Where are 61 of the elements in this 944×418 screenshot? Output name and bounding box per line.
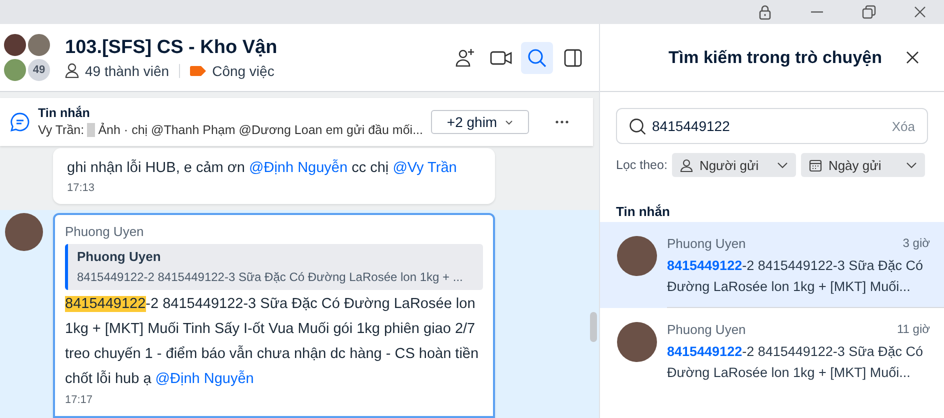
search-button[interactable]	[521, 42, 553, 74]
panel-title: Tìm kiếm trong trò chuyện	[668, 48, 882, 68]
member-count[interactable]: 49 thành viên	[85, 62, 170, 80]
message-time: 17:13	[67, 181, 96, 196]
minimize-icon[interactable]	[810, 11, 824, 13]
member-count-badge: 49	[27, 58, 51, 82]
chevron-down-icon	[777, 162, 788, 168]
sidebar-icon	[564, 48, 582, 66]
section-heading: Tin nhắn	[616, 204, 671, 219]
search-icon	[629, 118, 646, 134]
tag-label[interactable]: Công việc	[212, 62, 274, 80]
caret-icon	[505, 120, 514, 124]
calendar-icon	[809, 158, 822, 172]
result-snippet: 8415449122-2 8415449122-3 Sữa Đặc Có Đường LaRosée lon 1kg + [MKT] Muối...	[667, 343, 924, 382]
lock-icon[interactable]	[758, 4, 772, 20]
filter-label: Lọc theo:	[616, 158, 668, 172]
sender-name: Phuong Uyen	[65, 224, 145, 239]
message-bubble[interactable]	[53, 213, 495, 418]
user-avatar[interactable]	[5, 213, 43, 251]
member-avatar	[3, 58, 27, 82]
user-avatar	[617, 322, 657, 362]
clear-link[interactable]: Xóa	[892, 118, 915, 134]
search-field[interactable]: 8415449122 Xóa	[616, 108, 928, 144]
result-time: 3 giờ	[902, 236, 930, 251]
image-thumbnail	[87, 123, 96, 137]
search-result[interactable]: Phuong Uyen 11 giờ 8415449122-2 8415449122-3 Sữa Đặc Có Đường LaRosée lon 1kg + [MKT] Muối...	[600, 308, 944, 393]
add-person-icon	[455, 48, 475, 68]
close-icon[interactable]	[914, 6, 926, 18]
member-avatar	[27, 32, 51, 56]
scrollbar-thumb[interactable]	[590, 312, 597, 342]
sender-filter-dropdown[interactable]: Người gửi	[672, 153, 796, 177]
message-text: 8415449122-2 8415449122-3 Sữa Đặc Có Đường LaRosée lon 1kg + [MKT] Muối Tinh Sấy I-ốt Vua Muối gói 1kg phiên giao 2/7 treo chuyến 1 - điểm báo vẫn chưa nhận dc hàng - CS hoàn tiền chốt lỗi hub ạ @Định Nguyễn	[65, 295, 480, 389]
user-avatar	[617, 236, 657, 276]
person-icon	[680, 158, 694, 172]
sender-name: Phuong Uyen	[667, 236, 746, 251]
chat-bubble-icon	[10, 112, 30, 132]
pinned-message-bar[interactable]: Tin nhắn Vy Trần: Ảnh · chị @Thanh Phạm @Dương Loan em gửi đầu mối... +2 ghim	[0, 98, 593, 146]
more-pins-button[interactable]: +2 ghim	[431, 110, 529, 134]
pinned-sender: Vy Trần:	[38, 122, 84, 139]
more-options-icon[interactable]	[555, 120, 569, 124]
quoted-text: 8415449122-2 8415449122-3 Sữa Đặc Có Đường LaRosée lon 1kg + ...	[77, 269, 464, 285]
message-text: ghi nhận lỗi HUB, e cảm ơn @Định Nguyễn cc chị @Vy Trần	[67, 158, 458, 178]
member-avatar	[3, 32, 27, 56]
restore-icon[interactable]	[862, 5, 876, 19]
quoted-message[interactable]: Phuong Uyen 8415449122-2 8415449122-3 Sữa Đặc Có Đường LaRosée lon 1kg + ...	[65, 244, 483, 290]
pinned-title: Tin nhắn	[38, 105, 91, 121]
result-time: 11 giờ	[897, 322, 930, 337]
chevron-down-icon	[906, 162, 918, 168]
message-bubble[interactable]: ghi nhận lỗi HUB, e cảm ơn @Định Nguyễn cc chị @Vy Trần 17:13	[53, 148, 495, 204]
person-icon	[65, 63, 79, 78]
message-time: 17:17	[65, 393, 94, 408]
sender-name: Phuong Uyen	[667, 322, 746, 337]
close-icon[interactable]	[906, 51, 919, 64]
search-icon	[527, 48, 547, 68]
group-title: 103.[SFS] CS - Kho Vận	[65, 36, 278, 60]
quoted-sender: Phuong Uyen	[77, 249, 162, 265]
result-snippet: 8415449122-2 8415449122-3 Sữa Đặc Có Đường LaRosée lon 1kg + [MKT] Muối...	[667, 257, 924, 296]
date-filter-dropdown[interactable]: Ngày gửi	[801, 153, 926, 177]
search-result[interactable]: Phuong Uyen 3 giờ 8415449122-2 8415449122-3 Sữa Đặc Có Đường LaRosée lon 1kg + [MKT] Muối...	[600, 222, 944, 308]
video-camera-icon	[490, 50, 512, 66]
pinned-preview: Ảnh · chị @Thanh Phạm @Dương Loan em gửi đầu mối...	[98, 122, 423, 139]
